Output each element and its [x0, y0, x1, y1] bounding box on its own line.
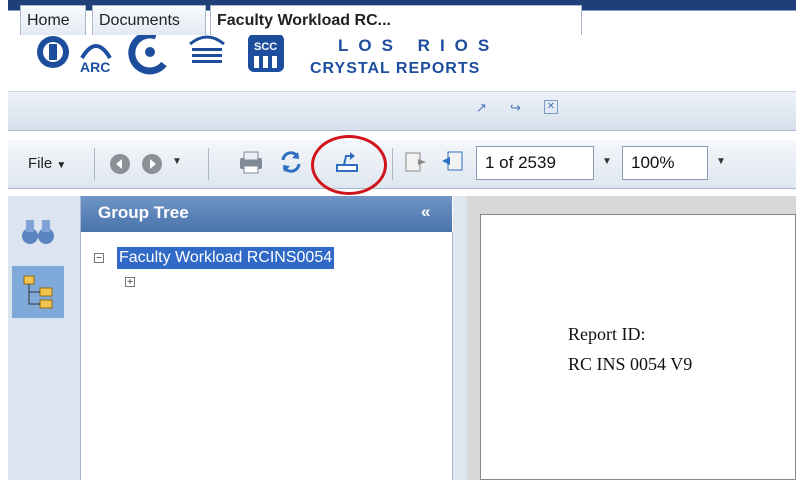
arc-logo-text: ARC — [80, 59, 110, 75]
goto-page-icon[interactable] — [438, 147, 468, 177]
tab-close-icon[interactable]: ✕ — [544, 100, 558, 114]
tree-node-root[interactable]: Faculty Workload RCINS0054 — [117, 247, 335, 269]
print-icon[interactable] — [236, 147, 266, 177]
chevron-down-icon: ▼ — [56, 160, 67, 171]
group-tree-panel — [81, 232, 453, 480]
annotation-circle — [311, 135, 387, 195]
report-page — [480, 214, 796, 480]
brand-title-line1: LOS RIOS — [338, 36, 500, 55]
file-menu-button[interactable]: File ▼ — [28, 147, 66, 181]
toolbar-separator — [208, 148, 209, 180]
search-binoculars-icon[interactable] — [12, 206, 64, 258]
history-dropdown-icon[interactable]: ▼ — [172, 156, 182, 167]
svg-text:SCC: SCC — [254, 41, 277, 53]
zoom-field[interactable]: 100% — [622, 146, 708, 180]
refresh-icon[interactable] — [276, 147, 306, 177]
zoom-dropdown-icon[interactable]: ▼ — [716, 156, 726, 167]
report-id-label: Report ID: — [568, 324, 646, 344]
tab-documents[interactable]: Documents — [92, 5, 206, 35]
toolbar-separator — [392, 148, 393, 180]
file-menu-label: File — [28, 155, 53, 172]
forward-arrow-icon[interactable] — [140, 152, 164, 176]
tree-expand-toggle[interactable]: + — [125, 277, 135, 288]
tab-float-icon[interactable]: ↗ — [476, 100, 487, 116]
panel-splitter[interactable] — [453, 196, 467, 480]
tab-home-label: Home — [27, 12, 70, 29]
tab-pin-icon[interactable]: ↪ — [510, 100, 521, 116]
tree-collapse-toggle[interactable]: − — [94, 253, 104, 264]
tab-faculty-workload-label: Faculty Workload RC... — [217, 12, 391, 29]
toolbar-separator — [94, 148, 95, 180]
group-tree-icon[interactable] — [12, 266, 64, 318]
back-arrow-icon[interactable] — [108, 152, 132, 176]
tab-faculty-workload[interactable]: Faculty Workload RC... — [210, 5, 582, 35]
group-tree-title: Group Tree — [98, 203, 189, 222]
tab-documents-label: Documents — [99, 12, 180, 29]
tab-home[interactable]: Home — [20, 5, 86, 35]
brand-title-line2: CRYSTAL REPORTS — [310, 60, 481, 77]
crystal-reports-window: ARC SCC LOS RIOS CRYSTAL REPORTS Home Do… — [0, 0, 796, 480]
window-left-edge — [0, 0, 8, 480]
report-id-value: RC INS 0054 V9 — [568, 354, 693, 374]
collapse-panel-button[interactable]: « — [421, 202, 430, 222]
first-page-icon[interactable] — [400, 147, 430, 177]
document-tab-strip — [8, 92, 796, 131]
page-number-field[interactable]: 1 of 2539 — [476, 146, 594, 180]
page-dropdown-icon[interactable]: ▼ — [602, 156, 612, 167]
